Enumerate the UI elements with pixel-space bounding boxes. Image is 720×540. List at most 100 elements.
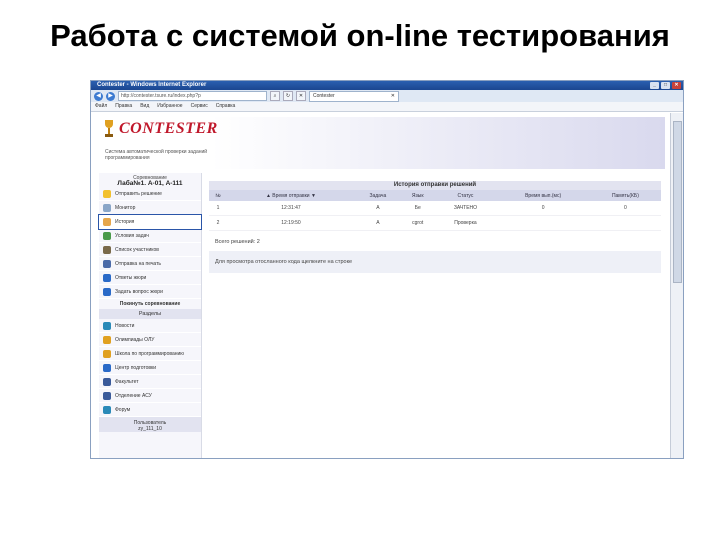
table-cell: 12:19:50 — [227, 215, 355, 231]
contest-name: Лаба№1. А-01, А-111 — [117, 180, 183, 187]
sidebar-item-label: Олимпиады ОЛУ — [115, 336, 155, 343]
sidebar-item[interactable]: Центр подготовки — [99, 361, 201, 375]
table-cell: 0 — [496, 201, 590, 216]
user-name: zy_111_10 — [138, 426, 162, 432]
window-titlebar: Contester - Windows Internet Explorer _ … — [91, 81, 683, 90]
sidebar-item[interactable]: Отделение АСУ — [99, 389, 201, 403]
submissions-table: № ▲ Время отправки ▼ Задача Язык Статус Время… — [209, 190, 661, 231]
page-title: История отправки решений — [209, 181, 661, 190]
sidebar-item-label: Отделение АСУ — [115, 392, 152, 399]
sidebar-item-label: Центр подготовки — [115, 364, 157, 371]
monitor-icon — [103, 203, 111, 212]
menu-view[interactable]: Вид — [140, 102, 149, 111]
url-input[interactable]: http://contester.tsure.ru/index.php?p — [118, 91, 267, 101]
sidebar-item[interactable]: Факультет — [99, 375, 201, 389]
printer-icon — [103, 259, 111, 268]
minimize-button[interactable]: _ — [650, 82, 659, 89]
column-header[interactable]: ▲ Время отправки ▼ — [227, 190, 355, 201]
sidebar-item[interactable]: Отправка на печать — [99, 257, 201, 271]
sidebar-item-label: Форум — [115, 406, 131, 413]
sidebar-item-label: Факультет — [115, 378, 139, 385]
info-icon — [103, 273, 111, 282]
sidebar-item[interactable]: Задать вопрос жюри — [99, 285, 201, 299]
menu-tools[interactable]: Сервис — [191, 102, 208, 111]
book-icon — [103, 363, 111, 372]
header-band — [211, 117, 665, 169]
browser-window: Contester - Windows Internet Explorer _ … — [90, 80, 684, 459]
sidebar-item[interactable]: Форум — [99, 403, 201, 417]
sidebar-item-label: Монитор — [115, 204, 136, 211]
column-header: Статус — [434, 190, 497, 201]
people-icon — [103, 245, 111, 254]
table-row[interactable]: 1 12:31:47 A Бе ЗАЧТЕНО 0 0 — [209, 201, 661, 216]
column-header: Задача — [354, 190, 401, 201]
globe-icon — [103, 321, 111, 330]
sidebar-item[interactable]: Школа по программированию — [99, 347, 201, 361]
leave-contest-button[interactable]: Покинуть соревнование — [99, 299, 201, 309]
trophy-icon — [103, 335, 111, 344]
people-icon — [103, 391, 111, 400]
column-header: № — [209, 190, 228, 201]
tab-label: Contester — [313, 92, 335, 99]
trophy-icon — [105, 120, 113, 137]
menu-edit[interactable]: Правка — [115, 102, 132, 111]
hint-text: Для просмотра отосланного кода щелкните … — [209, 251, 661, 273]
browser-tab[interactable]: Contester ✕ — [309, 90, 399, 102]
table-cell: Проверка — [434, 215, 497, 231]
column-header: Язык — [400, 190, 435, 201]
sidebar-item[interactable]: История — [98, 214, 202, 230]
table-cell: 2 — [209, 215, 228, 231]
table-cell: cgrot — [400, 215, 435, 231]
sidebar-item[interactable]: Монитор — [99, 201, 201, 215]
refresh-icon[interactable]: ↻ — [283, 91, 293, 101]
table-cell: A — [354, 201, 401, 216]
window-title: Contester - Windows Internet Explorer — [97, 82, 207, 88]
menu-file[interactable]: Файл — [95, 102, 107, 111]
submissions-panel: История отправки решений № ▲ Время отправ… — [209, 181, 661, 273]
table-cell: ЗАЧТЕНО — [434, 201, 497, 216]
sidebar-item[interactable]: Список участников — [99, 243, 201, 257]
scroll-thumb[interactable] — [673, 121, 682, 283]
sidebar-item[interactable]: Олимпиады ОЛУ — [99, 333, 201, 347]
page-content: CONTESTER Система автоматической проверк… — [91, 113, 665, 458]
diamond-icon — [103, 217, 111, 226]
back-button[interactable]: ◀ — [94, 91, 103, 101]
tab-close-icon[interactable]: ✕ — [391, 92, 395, 101]
menu-help[interactable]: Справка — [216, 102, 236, 111]
column-header: Время вып.(мс) — [496, 190, 590, 201]
column-header: Память(КБ) — [589, 190, 661, 201]
table-cell: 0 — [589, 201, 661, 216]
maximize-button[interactable]: □ — [661, 82, 670, 89]
sidebar-item-label: История — [115, 218, 135, 225]
sidebar: Соревнование Лаба№1. А-01, А-111 Отправи… — [98, 173, 202, 458]
search-icon[interactable]: ⌕ — [270, 91, 280, 101]
site-tagline: Система автоматической проверки заданий … — [105, 149, 208, 161]
menu-bar: Файл Правка Вид Избранное Сервис Справка — [91, 102, 683, 112]
building-icon — [103, 377, 111, 386]
stop-icon[interactable]: ✕ — [296, 91, 306, 101]
book-icon — [103, 231, 111, 240]
lightbulb-icon — [103, 189, 111, 198]
scrollbar[interactable] — [670, 113, 683, 458]
table-cell — [496, 215, 590, 231]
sidebar-item[interactable]: Отправить решение — [99, 187, 201, 201]
sidebar-item[interactable]: Условия задач — [99, 229, 201, 243]
sidebar-item-label: Отправить решение — [115, 190, 162, 197]
sidebar-item-label: Задать вопрос жюри — [115, 288, 163, 295]
question-icon — [103, 287, 111, 296]
address-bar: ◀ ▶ http://contester.tsure.ru/index.php?… — [91, 90, 683, 102]
sidebar-item-label: Условия задач — [115, 232, 149, 239]
menu-favorites[interactable]: Избранное — [157, 102, 182, 111]
sidebar-item-label: Ответы жюри — [115, 274, 147, 281]
table-cell — [589, 215, 661, 231]
table-row[interactable]: 2 12:19:50 Acgrot Проверка — [209, 215, 661, 231]
forward-button[interactable]: ▶ — [106, 91, 115, 101]
sidebar-item-label: Отправка на печать — [115, 260, 161, 267]
sidebar-item[interactable]: Новости — [99, 319, 201, 333]
site-logo[interactable]: CONTESTER — [103, 119, 218, 139]
close-window-button[interactable]: ✕ — [672, 82, 681, 89]
table-cell: A — [354, 215, 401, 231]
user-block: Пользователь zy_111_10 — [99, 417, 201, 432]
trophy-icon — [103, 349, 111, 358]
sidebar-item[interactable]: Ответы жюри — [99, 271, 201, 285]
